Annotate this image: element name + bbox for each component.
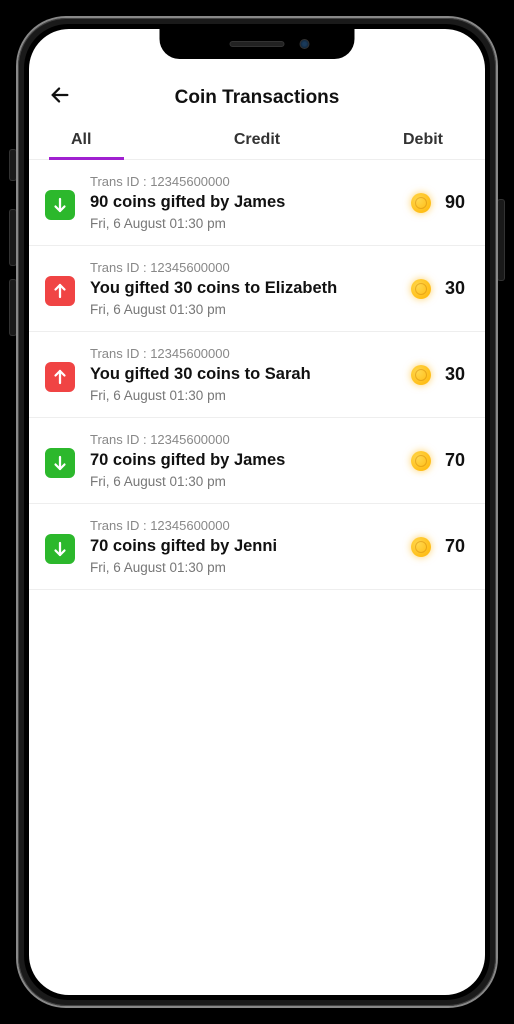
app-content: Coin Transactions All Credit Debit Trans… — [29, 29, 485, 995]
transaction-row[interactable]: Trans ID : 12345600000 70 coins gifted by… — [29, 504, 485, 590]
transaction-body: Trans ID : 12345600000 90 coins gifted by… — [75, 174, 411, 231]
transaction-row[interactable]: Trans ID : 12345600000 70 coins gifted by… — [29, 418, 485, 504]
arrow-down-icon — [45, 448, 75, 478]
tab-credit[interactable]: Credit — [195, 121, 319, 159]
transaction-date: Fri, 6 August 01:30 pm — [90, 560, 411, 575]
transaction-amount: 70 — [411, 450, 465, 471]
speaker — [230, 41, 285, 47]
transaction-id: Trans ID : 12345600000 — [90, 432, 411, 447]
arrow-down-icon — [45, 190, 75, 220]
transaction-amount: 30 — [411, 278, 465, 299]
coin-icon — [411, 537, 431, 557]
transaction-amount: 70 — [411, 536, 465, 557]
arrow-up-icon — [45, 276, 75, 306]
transaction-body: Trans ID : 12345600000 You gifted 30 coin… — [75, 260, 411, 317]
arrow-down-icon — [45, 534, 75, 564]
transaction-id: Trans ID : 12345600000 — [90, 260, 411, 275]
transaction-body: Trans ID : 12345600000 You gifted 30 coin… — [75, 346, 411, 403]
transaction-body: Trans ID : 12345600000 70 coins gifted by… — [75, 518, 411, 575]
volume-down-button — [10, 280, 16, 335]
transaction-id: Trans ID : 12345600000 — [90, 518, 411, 533]
transaction-body: Trans ID : 12345600000 70 coins gifted by… — [75, 432, 411, 489]
transaction-title: You gifted 30 coins to Sarah — [90, 365, 411, 384]
front-camera — [300, 39, 310, 49]
transaction-id: Trans ID : 12345600000 — [90, 346, 411, 361]
transaction-amount: 90 — [411, 192, 465, 213]
transaction-row[interactable]: Trans ID : 12345600000 You gifted 30 coin… — [29, 332, 485, 418]
amount-value: 30 — [439, 364, 465, 385]
transaction-title: 70 coins gifted by James — [90, 451, 411, 470]
tabs: All Credit Debit — [29, 121, 485, 160]
coin-icon — [411, 365, 431, 385]
screen: Coin Transactions All Credit Debit Trans… — [29, 29, 485, 995]
transaction-date: Fri, 6 August 01:30 pm — [90, 388, 411, 403]
transaction-row[interactable]: Trans ID : 12345600000 You gifted 30 coin… — [29, 246, 485, 332]
transaction-date: Fri, 6 August 01:30 pm — [90, 474, 411, 489]
arrow-left-icon — [49, 84, 71, 106]
amount-value: 90 — [439, 192, 465, 213]
phone-frame: Coin Transactions All Credit Debit Trans… — [18, 18, 496, 1006]
volume-up-button — [10, 210, 16, 265]
coin-icon — [411, 451, 431, 471]
transaction-list: Trans ID : 12345600000 90 coins gifted by… — [29, 160, 485, 590]
notch — [160, 29, 355, 59]
transaction-row[interactable]: Trans ID : 12345600000 90 coins gifted by… — [29, 160, 485, 246]
transaction-title: 90 coins gifted by James — [90, 193, 411, 212]
transaction-title: 70 coins gifted by Jenni — [90, 537, 411, 556]
header: Coin Transactions — [29, 69, 485, 121]
amount-value: 30 — [439, 278, 465, 299]
transaction-amount: 30 — [411, 364, 465, 385]
phone-inner: Coin Transactions All Credit Debit Trans… — [24, 24, 490, 1000]
side-button — [10, 150, 16, 180]
transaction-title: You gifted 30 coins to Elizabeth — [90, 279, 411, 298]
power-button — [498, 200, 504, 280]
transaction-date: Fri, 6 August 01:30 pm — [90, 302, 411, 317]
back-button[interactable] — [49, 84, 71, 113]
coin-icon — [411, 279, 431, 299]
arrow-up-icon — [45, 362, 75, 392]
transaction-id: Trans ID : 12345600000 — [90, 174, 411, 189]
page-title: Coin Transactions — [49, 87, 465, 109]
amount-value: 70 — [439, 450, 465, 471]
coin-icon — [411, 193, 431, 213]
transaction-date: Fri, 6 August 01:30 pm — [90, 216, 411, 231]
tab-debit[interactable]: Debit — [319, 121, 465, 159]
tab-all[interactable]: All — [49, 121, 195, 159]
amount-value: 70 — [439, 536, 465, 557]
